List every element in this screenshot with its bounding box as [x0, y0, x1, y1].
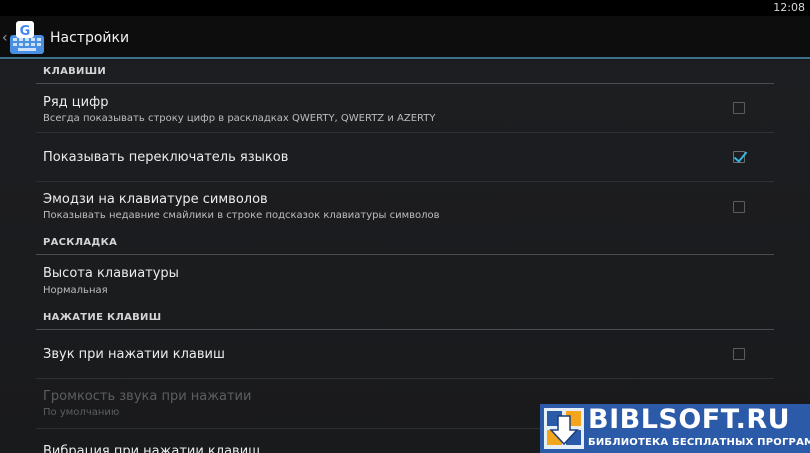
pref-title: Вибрация при нажатии клавиш [43, 444, 261, 453]
number-row-checkbox[interactable] [733, 102, 745, 114]
pref-title: Звук при нажатии клавиш [43, 347, 225, 362]
pref-number-row[interactable]: Ряд цифр Всегда показывать строку цифр в… [36, 84, 774, 133]
chevron-left-icon[interactable]: ‹ [2, 31, 10, 45]
pref-summary: Показывать недавние смайлики в строке по… [43, 210, 440, 221]
pref-title: Показывать переключатель языков [43, 150, 289, 165]
pref-title: Громкость звука при нажатии [43, 389, 252, 404]
pref-title: Ряд цифр [43, 95, 109, 110]
pref-summary: Всегда показывать строку цифр в раскладк… [43, 113, 436, 124]
emoji-symbols-checkbox[interactable] [733, 201, 745, 213]
section-header-label: РАСКЛАДКА [43, 237, 118, 248]
pref-summary: Нормальная [43, 285, 108, 296]
pref-keyboard-height[interactable]: Высота клавиатуры Нормальная [36, 255, 774, 305]
gboard-app-icon[interactable]: G [10, 21, 46, 55]
status-time: 12:08 [773, 1, 805, 14]
watermark-subtitle: БИБЛИОТЕКА БЕСПЛАТНЫХ ПРОГРАММ [588, 437, 810, 448]
watermark-banner: BIBLSOFT.RU БИБЛИОТЕКА БЕСПЛАТНЫХ ПРОГРА… [540, 404, 810, 453]
pref-summary: По умолчанию [43, 407, 120, 418]
app-icon-letter: G [20, 24, 31, 39]
section-header-label: НАЖАТИЕ КЛАВИШ [43, 312, 162, 323]
section-header-label: КЛАВИШИ [43, 66, 107, 77]
pref-key-sound[interactable]: Звук при нажатии клавиш [36, 330, 774, 379]
pref-title: Высота клавиатуры [43, 266, 179, 281]
section-header-keypress: НАЖАТИЕ КЛАВИШ [36, 305, 774, 330]
settings-list[interactable]: КЛАВИШИ Ряд цифр Всегда показывать строк… [0, 61, 810, 453]
key-sound-checkbox[interactable] [733, 348, 745, 360]
watermark-title: BIBLSOFT.RU [588, 404, 791, 435]
section-header-keys: КЛАВИШИ [36, 61, 774, 84]
download-arrow-icon [544, 408, 584, 449]
status-bar: 12:08 [0, 0, 810, 16]
section-header-layout: РАСКЛАДКА [36, 229, 774, 255]
language-switch-checkbox[interactable] [733, 151, 745, 163]
pref-language-switch[interactable]: Показывать переключатель языков [36, 133, 774, 182]
pref-title: Эмодзи на клавиатуре символов [43, 192, 268, 207]
action-bar: ‹ G Настройки [0, 16, 810, 59]
page-title: Настройки [50, 30, 130, 46]
pref-emoji-symbols[interactable]: Эмодзи на клавиатуре символов Показывать… [36, 182, 774, 229]
